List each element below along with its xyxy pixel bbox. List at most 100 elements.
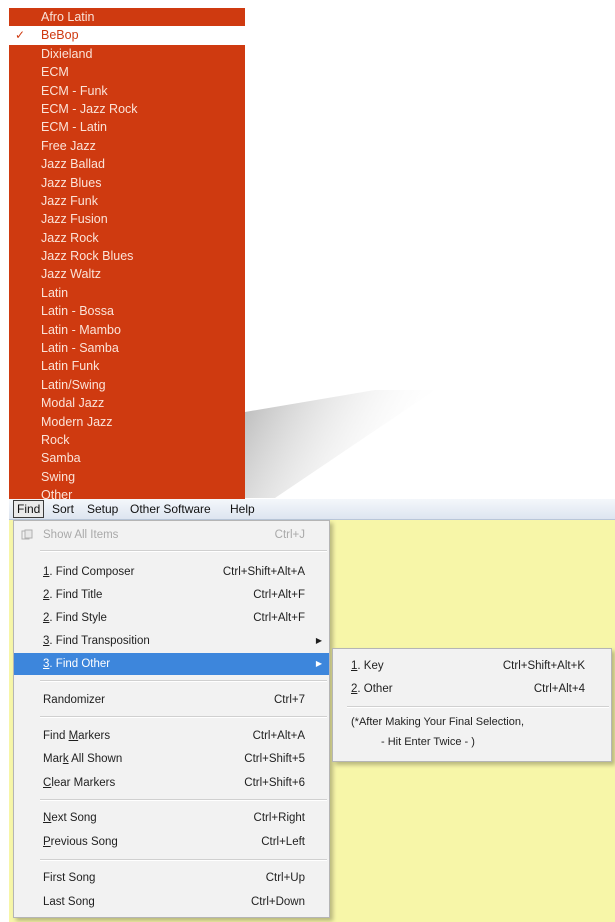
menu-help[interactable]: Help xyxy=(227,501,258,517)
style-list-item-label: Samba xyxy=(41,451,81,466)
style-list-item[interactable]: Latin Funk xyxy=(9,357,245,375)
style-list-item-label: Swing xyxy=(41,469,76,484)
menu-item-find-other[interactable]: 3. Find Other ▶ xyxy=(14,653,329,675)
menu-other-software[interactable]: Other Software xyxy=(127,501,214,517)
style-list-item-label: Rock xyxy=(41,432,70,447)
style-list-item-label: Jazz Funk xyxy=(41,193,98,208)
menu-setup[interactable]: Setup xyxy=(84,501,121,517)
label-text: revious Song xyxy=(50,836,118,848)
menu-item-shortcut: Ctrl+Up xyxy=(265,872,305,884)
menu-item-shortcut: Ctrl+Shift+6 xyxy=(244,777,305,789)
menu-item-previous-song[interactable]: Previous Song Ctrl+Left xyxy=(14,831,329,853)
style-list-item[interactable]: ECM - Funk xyxy=(9,82,245,100)
style-list-item-label: Latin xyxy=(41,285,69,300)
style-list-item[interactable]: Modern Jazz xyxy=(9,413,245,431)
style-list-item[interactable]: Jazz Rock Blues xyxy=(9,247,245,265)
style-list-item[interactable]: Latin - Bossa xyxy=(9,302,245,320)
style-list-item[interactable]: Jazz Fusion xyxy=(9,210,245,228)
submenu-item-key[interactable]: 1. Key Ctrl+Shift+Alt+K xyxy=(333,655,611,677)
style-list-item[interactable]: Latin xyxy=(9,284,245,302)
style-list-item[interactable]: Dixieland xyxy=(9,45,245,63)
style-list-item[interactable]: ECM xyxy=(9,63,245,81)
menu-item-label: Previous Song xyxy=(43,831,118,853)
menu-item-show-all-items[interactable]: Show All Items Ctrl+J xyxy=(14,524,329,546)
menu-item-shortcut: Ctrl+Alt+F xyxy=(253,589,305,601)
style-list-item[interactable]: Jazz Funk xyxy=(9,192,245,210)
menu-separator xyxy=(40,799,327,801)
style-list-item[interactable]: Jazz Ballad xyxy=(9,155,245,173)
style-list-item[interactable]: Jazz Blues xyxy=(9,174,245,192)
style-list-item[interactable]: Afro Latin xyxy=(9,8,245,26)
menu-item-first-song[interactable]: First Song Ctrl+Up xyxy=(14,867,329,889)
menu-item-shortcut: Ctrl+J xyxy=(274,529,305,541)
menu-item-shortcut: Ctrl+Shift+Alt+A xyxy=(222,566,305,578)
label-text: . Find Other xyxy=(49,658,111,670)
submenu-note-line-2: - Hit Enter Twice - ) xyxy=(381,736,475,748)
style-list-item[interactable]: Jazz Waltz xyxy=(9,265,245,283)
menu-separator xyxy=(40,680,327,682)
show-all-icon xyxy=(21,529,33,540)
style-list-item-label: Dixieland xyxy=(41,46,93,61)
menu-item-find-composer[interactable]: 1. Find Composer Ctrl+Shift+Alt+A xyxy=(14,561,329,583)
menu-item-clear-markers[interactable]: Clear Markers Ctrl+Shift+6 xyxy=(14,772,329,794)
menu-item-label: First Song xyxy=(43,872,96,884)
menu-item-shortcut: Ctrl+Alt+A xyxy=(252,730,305,742)
style-list-item[interactable]: Latin - Samba xyxy=(9,339,245,357)
style-list-item[interactable]: Modal Jazz xyxy=(9,394,245,412)
label-text: lear Markers xyxy=(51,777,116,789)
style-list-item[interactable]: ECM - Latin xyxy=(9,118,245,136)
label-text: . Find Style xyxy=(49,612,107,624)
menu-item-randomizer[interactable]: Randomizer Ctrl+7 xyxy=(14,689,329,711)
style-list-item-label: ECM xyxy=(41,65,69,80)
style-list-item-label: ECM - Latin xyxy=(41,120,107,135)
style-list-item-label: Jazz Ballad xyxy=(41,157,105,172)
style-list-item[interactable]: Jazz Rock xyxy=(9,229,245,247)
menu-item-shortcut: Ctrl+Left xyxy=(261,836,305,848)
style-list-item-label: Jazz Rock Blues xyxy=(41,249,134,264)
style-list-item[interactable]: Latin - Mambo xyxy=(9,321,245,339)
menu-item-shortcut: Ctrl+7 xyxy=(274,694,305,706)
mnemonic: P xyxy=(43,836,51,848)
style-list-item[interactable]: ✓ BeBop xyxy=(9,26,245,45)
style-list-item[interactable]: Latin/Swing xyxy=(9,376,245,394)
menu-item-label: 3. Find Transposition xyxy=(43,630,150,652)
menu-item-label: 3. Find Other xyxy=(43,653,110,675)
style-list-item-label: Other xyxy=(41,488,73,499)
style-list-item-label: ECM - Jazz Rock xyxy=(41,101,138,116)
menu-item-shortcut: Ctrl+Right xyxy=(253,812,305,824)
label-text: . Find Composer xyxy=(49,566,135,578)
menu-separator xyxy=(347,706,609,708)
menu-item-find-style[interactable]: 2. Find Style Ctrl+Alt+F xyxy=(14,607,329,629)
label-text: All Shown xyxy=(68,753,123,765)
mnemonic: M xyxy=(68,730,79,742)
label-text: arkers xyxy=(78,730,111,742)
menu-item-label: Mark All Shown xyxy=(43,748,122,770)
menu-separator xyxy=(40,859,327,861)
style-list-item[interactable]: Free Jazz xyxy=(9,137,245,155)
menu-item-next-song[interactable]: Next Song Ctrl+Right xyxy=(14,807,329,829)
submenu-arrow-icon: ▶ xyxy=(315,636,322,645)
menu-item-find-markers[interactable]: Find Markers Ctrl+Alt+A xyxy=(14,725,329,747)
menu-item-label: Clear Markers xyxy=(43,772,115,794)
style-list-item[interactable]: ECM - Jazz Rock xyxy=(9,100,245,118)
style-list-item-label: Latin - Samba xyxy=(41,341,119,356)
style-list-item[interactable]: Other xyxy=(9,486,245,499)
style-list-item[interactable]: Rock xyxy=(9,431,245,449)
app-window: Find Sort Setup Other Software Help Show… xyxy=(9,499,615,922)
find-other-submenu: 1. Key Ctrl+Shift+Alt+K 2. Other Ctrl+Al… xyxy=(332,648,612,762)
checkmark-icon: ✓ xyxy=(15,28,26,43)
menu-item-find-title[interactable]: 2. Find Title Ctrl+Alt+F xyxy=(14,584,329,606)
menu-item-shortcut: Ctrl+Down xyxy=(250,896,305,908)
menu-find[interactable]: Find xyxy=(13,500,45,518)
list-shadow xyxy=(245,390,435,498)
menu-item-last-song[interactable]: Last Song Ctrl+Down xyxy=(14,891,329,913)
label-text: . Key xyxy=(357,660,384,672)
style-list-item-label: BeBop xyxy=(41,28,79,43)
style-list-item[interactable]: Swing xyxy=(9,468,245,486)
menu-item-mark-all-shown[interactable]: Mark All Shown Ctrl+Shift+5 xyxy=(14,748,329,770)
menu-sort[interactable]: Sort xyxy=(49,501,77,517)
menu-item-label: 1. Find Composer xyxy=(43,561,134,583)
submenu-item-other[interactable]: 2. Other Ctrl+Alt+4 xyxy=(333,678,611,700)
style-list-item[interactable]: Samba xyxy=(9,449,245,467)
menu-item-find-transposition[interactable]: 3. Find Transposition ▶ xyxy=(14,630,329,652)
